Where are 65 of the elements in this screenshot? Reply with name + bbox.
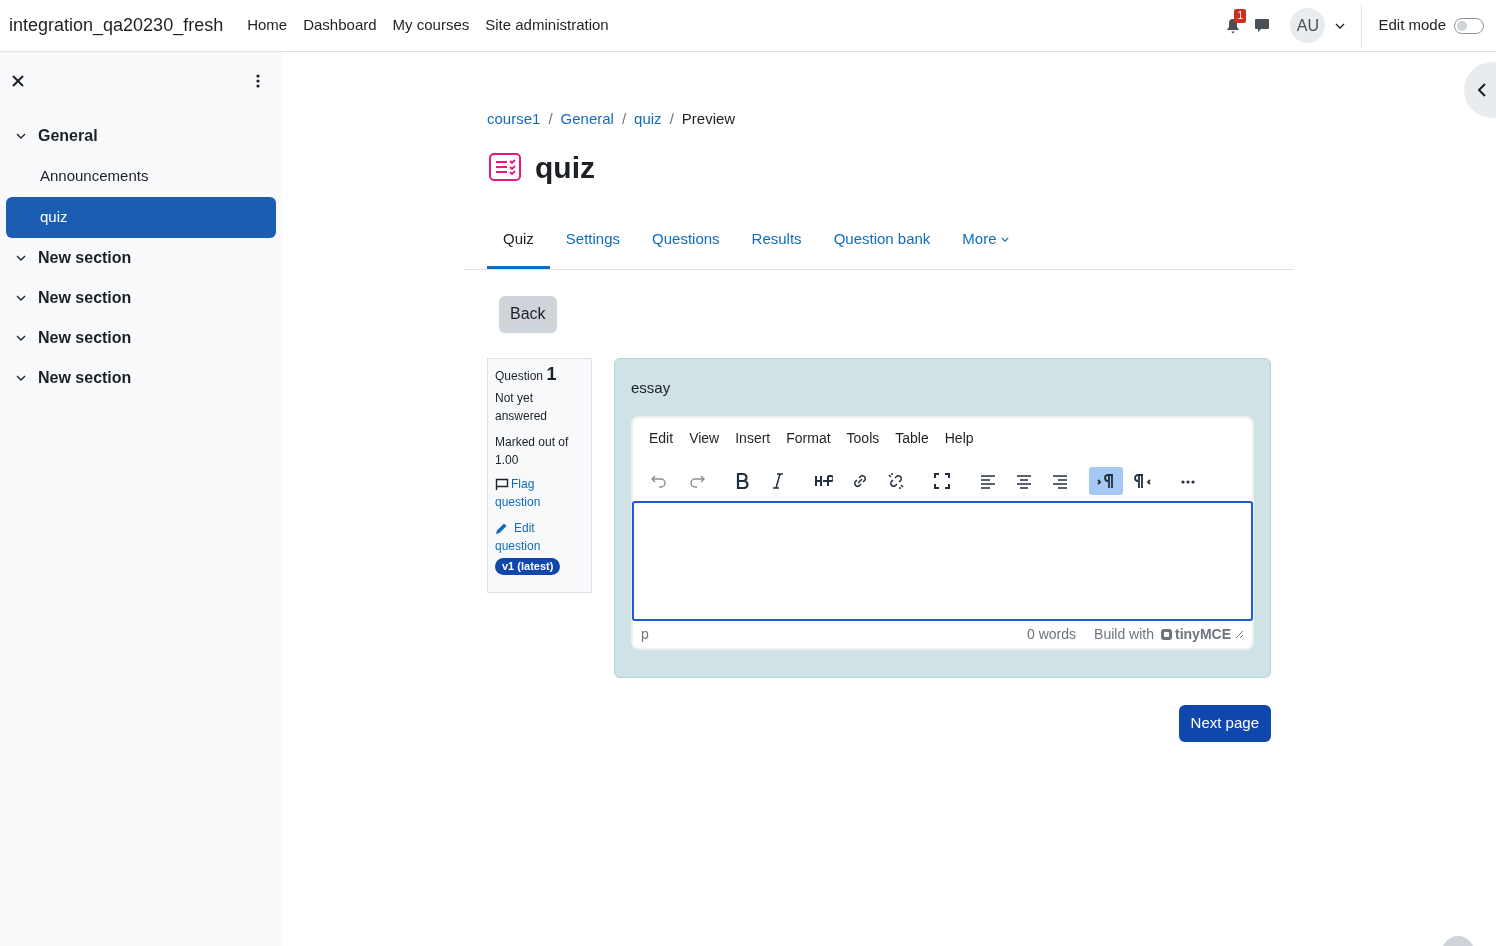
- editor-menu-item[interactable]: Help: [938, 426, 980, 451]
- section-link[interactable]: New section: [36, 286, 134, 310]
- element-path[interactable]: p: [641, 623, 649, 645]
- breadcrumb-separator: /: [548, 109, 553, 129]
- user-avatar[interactable]: AU: [1290, 8, 1326, 43]
- edit-mode-label: Edit mode: [1378, 15, 1446, 36]
- kebab-menu-icon[interactable]: [256, 74, 260, 88]
- tab[interactable]: Questions: [636, 213, 736, 269]
- word-count: 0 words: [1027, 624, 1077, 644]
- section-link[interactable]: New section: [36, 246, 134, 270]
- back-button[interactable]: Back: [499, 295, 557, 333]
- caret-icon[interactable]: [16, 295, 26, 301]
- quiz-checklist-icon: [489, 153, 521, 181]
- notification-count: 1: [1234, 8, 1246, 23]
- nav-link[interactable]: Dashboard: [303, 14, 377, 37]
- tab[interactable]: Settings: [549, 213, 637, 269]
- section-link[interactable]: New section: [36, 366, 134, 390]
- close-icon[interactable]: [12, 75, 24, 87]
- tab[interactable]: Question bank: [817, 213, 947, 269]
- tab[interactable]: Results: [735, 213, 818, 269]
- breadcrumb-separator: /: [621, 109, 627, 129]
- editor-menu-item[interactable]: Edit: [643, 426, 680, 451]
- activity-link[interactable]: Announcements: [6, 156, 276, 197]
- breadcrumb-current: Preview: [681, 109, 736, 129]
- question-number: Question 1: [495, 364, 558, 385]
- branding-text: Build with: [1094, 624, 1154, 644]
- pencil-icon[interactable]: [495, 521, 508, 535]
- nav-link[interactable]: My courses: [392, 14, 470, 37]
- flag-question-link[interactable]: Flag question: [495, 474, 555, 511]
- nav-link[interactable]: Site administration: [485, 14, 609, 37]
- editor-menu-item[interactable]: Insert: [729, 426, 777, 451]
- editor-menu-item[interactable]: View: [683, 426, 726, 451]
- caret-icon[interactable]: [16, 375, 26, 381]
- breadcrumb-link[interactable]: General: [560, 108, 614, 131]
- version-badge: v1 (latest): [495, 557, 561, 575]
- question-text: essay: [631, 377, 672, 398]
- caret-icon[interactable]: [16, 255, 26, 261]
- section-link[interactable]: General: [36, 124, 100, 148]
- tab[interactable]: More: [946, 213, 1025, 269]
- edit-question-link[interactable]: Edit question: [495, 518, 555, 555]
- flag-icon[interactable]: [495, 477, 509, 491]
- section-link[interactable]: New section: [36, 326, 134, 350]
- page-title: quiz: [535, 149, 595, 186]
- chat-bubble-icon[interactable]: [1254, 17, 1271, 34]
- tab[interactable]: Quiz: [487, 213, 550, 269]
- caret-icon[interactable]: [16, 133, 26, 139]
- question-marks: Marked out of 1.00: [495, 433, 570, 469]
- nav-link[interactable]: Home: [247, 14, 288, 37]
- editor-menu-item[interactable]: Table: [889, 426, 935, 451]
- tinymce-logo[interactable]: tinyMCE: [1160, 623, 1231, 645]
- breadcrumb-link[interactable]: quiz: [634, 108, 662, 131]
- activity-link[interactable]: quiz: [6, 197, 276, 238]
- next-page-button[interactable]: Next page: [1178, 704, 1271, 742]
- site-name[interactable]: integration_qa20230_fresh: [9, 12, 224, 39]
- editor-menu-item[interactable]: Tools: [840, 426, 886, 451]
- chevron-left-icon[interactable]: [1478, 83, 1486, 97]
- resize-handle-icon[interactable]: [1235, 629, 1244, 639]
- caret-icon[interactable]: [16, 335, 26, 341]
- editor-menu-item[interactable]: Format: [780, 426, 837, 451]
- breadcrumb-link[interactable]: course1: [487, 108, 541, 131]
- caret-down-icon[interactable]: [1335, 22, 1346, 29]
- editor-text-area[interactable]: [632, 501, 1253, 621]
- question-status: Not yet answered: [495, 389, 549, 425]
- left-to-right-icon[interactable]: [1089, 466, 1123, 495]
- breadcrumb-separator: /: [669, 109, 674, 129]
